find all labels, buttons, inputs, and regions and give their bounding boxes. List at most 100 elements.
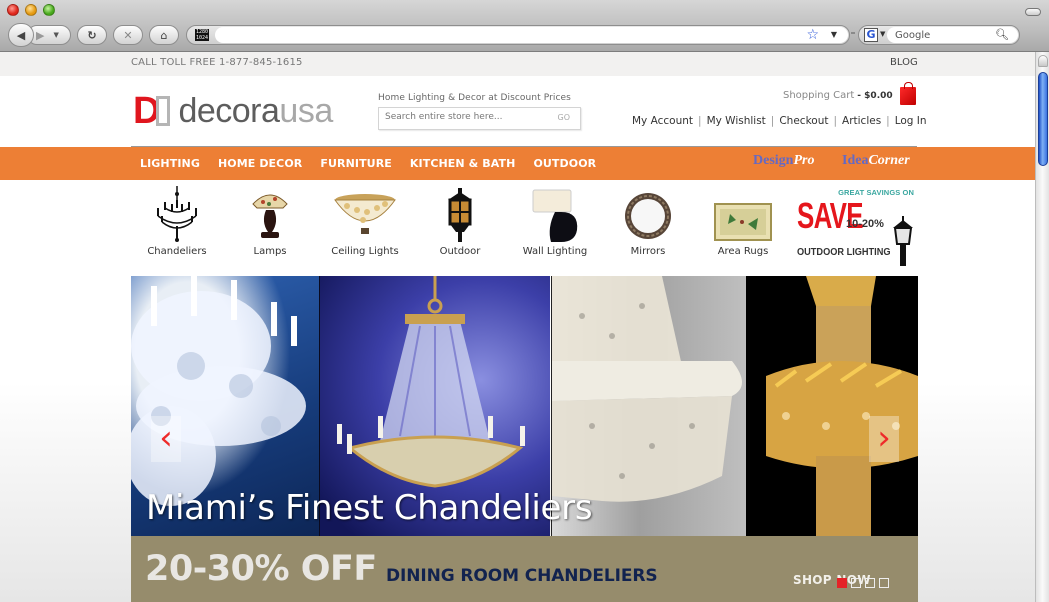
nav-furniture[interactable]: FURNITURE (320, 157, 392, 170)
slider-dot-1[interactable] (837, 578, 847, 588)
link-divider: | (886, 115, 890, 127)
url-history-dropdown-icon[interactable]: ▼ (831, 30, 837, 39)
ceiling-light-icon (319, 186, 411, 244)
my-wishlist-link[interactable]: My Wishlist (707, 115, 766, 127)
url-input[interactable] (215, 27, 848, 43)
chevron-left-icon: ‹ (159, 418, 173, 458)
close-window-button[interactable] (7, 4, 19, 16)
back-icon: ◀ (16, 28, 26, 42)
browser-search-bar[interactable]: G ▼ 🔍︎ (858, 25, 1020, 45)
checkout-link[interactable]: Checkout (779, 115, 828, 127)
articles-link[interactable]: Articles (842, 115, 881, 127)
site-logo[interactable]: D decora usa (133, 90, 333, 132)
slider-dot-2[interactable] (851, 578, 861, 588)
wall-sconce-icon (509, 186, 601, 244)
category-label: Chandeliers (147, 246, 207, 257)
category-label: Outdoor (439, 246, 481, 257)
savings-percent: 10-20% (846, 218, 884, 230)
link-divider: | (770, 115, 775, 127)
designpro-link[interactable]: DesignPro (753, 153, 814, 169)
cart-total: - $0.00 (857, 90, 893, 101)
back-button[interactable]: ◀ (8, 23, 34, 47)
search-icon[interactable]: 🔍︎ (995, 28, 1009, 41)
slider-dot-3[interactable] (865, 578, 875, 588)
account-links: My Account | My Wishlist | Checkout | Artic… (632, 115, 927, 127)
category-mirrors[interactable]: Mirrors (602, 186, 694, 257)
history-dropdown-icon[interactable]: ▼ (53, 31, 58, 39)
reload-button[interactable]: ↻ (77, 25, 107, 45)
top-bar: CALL TOLL FREE 1-877-845-1615 BLOG (0, 52, 1035, 76)
lamp-icon (224, 186, 316, 244)
nav-home-decor[interactable]: HOME DECOR (218, 157, 302, 170)
vertical-scrollbar[interactable] (1035, 52, 1049, 602)
logo-mark: D (133, 90, 161, 132)
browser-toolbar: ▶ ▼ ◀ ↻ ✕ ⌂ 1280 1024 ☆ ▼ G ▼ 🔍︎ (0, 0, 1049, 52)
engine-dropdown-icon[interactable]: ▼ (880, 30, 885, 38)
toolbar-separator (851, 32, 855, 34)
log-in-link[interactable]: Log In (895, 115, 927, 127)
my-account-link[interactable]: My Account (632, 115, 693, 127)
hero-slider[interactable]: Miami’s Finest Chandeliers ‹ › 20-30% OF… (131, 276, 918, 602)
link-divider: | (698, 115, 702, 127)
logo-text-main: decora (178, 92, 280, 130)
category-label: Mirrors (630, 246, 666, 257)
designpro-label-second: Pro (793, 153, 815, 168)
slider-dot-4[interactable] (879, 578, 889, 588)
chandelier-icon (131, 186, 223, 244)
category-chandeliers[interactable]: Chandeliers (131, 186, 223, 257)
shopping-bag-icon[interactable] (900, 82, 916, 105)
store-search-input[interactable] (385, 112, 545, 122)
offer-discount: 20-30% OFF (145, 549, 377, 589)
nav-lighting[interactable]: LIGHTING (140, 157, 200, 170)
store-search-box: GO (378, 107, 581, 130)
stop-icon: ✕ (123, 28, 133, 42)
hero-headline: Miami’s Finest Chandeliers (146, 488, 593, 528)
home-button[interactable]: ⌂ (149, 25, 179, 45)
category-outdoor[interactable]: Outdoor (414, 186, 506, 257)
scrollbar-top-cap (1038, 55, 1048, 67)
rug-icon (697, 186, 789, 244)
scrollbar-thumb[interactable] (1038, 72, 1048, 166)
outdoor-savings-ad[interactable]: GREAT SAVINGS ON SAVE 10-20% OUTDOOR LIG… (795, 186, 920, 266)
nav-kitchen-bath[interactable]: KITCHEN & BATH (410, 157, 516, 170)
page-viewport: CALL TOLL FREE 1-877-845-1615 BLOG D dec… (0, 52, 1035, 602)
mirror-icon (602, 186, 694, 244)
savings-category: OUTDOOR LIGHTING (797, 247, 891, 258)
stop-button[interactable]: ✕ (113, 25, 143, 45)
designpro-label-first: Design (753, 153, 794, 168)
post-lantern-icon (893, 216, 913, 266)
address-bar[interactable]: 1280 1024 ☆ ▼ (186, 25, 850, 45)
window-controls (7, 4, 55, 16)
ideacorner-label-first: Idea (842, 153, 869, 168)
zoom-window-button[interactable] (43, 4, 55, 16)
category-label: Ceiling Lights (331, 246, 399, 257)
category-label: Wall Lighting (522, 246, 588, 257)
link-divider: | (833, 115, 838, 127)
nav-outdoor[interactable]: OUTDOOR (533, 157, 596, 170)
category-ceiling-lights[interactable]: Ceiling Lights (319, 186, 411, 257)
category-area-rugs[interactable]: Area Rugs (697, 186, 789, 257)
google-engine-icon[interactable]: G (864, 28, 878, 42)
toll-free-phone: CALL TOLL FREE 1-877-845-1615 (131, 57, 303, 68)
logo-mark-box (156, 96, 171, 126)
reload-icon: ↻ (87, 28, 97, 42)
toolbar-toggle-button[interactable] (1025, 8, 1041, 16)
site-tagline: Home Lighting & Decor at Discount Prices (378, 93, 571, 103)
logo-text-accent: usa (279, 92, 333, 130)
category-wall-lighting[interactable]: Wall Lighting (509, 186, 601, 257)
cart-label: Shopping Cart (783, 90, 855, 101)
ideacorner-link[interactable]: IdeaCorner (842, 153, 910, 169)
category-lamps[interactable]: Lamps (224, 186, 316, 257)
slider-next-button[interactable]: › (869, 416, 899, 462)
shopping-cart-summary[interactable]: Shopping Cart - $0.00 (783, 90, 893, 101)
offer-category: DINING ROOM CHANDELIERS (386, 566, 658, 586)
blog-link[interactable]: BLOG (890, 57, 918, 68)
bookmark-star-icon[interactable]: ☆ (806, 27, 819, 43)
minimize-window-button[interactable] (25, 4, 37, 16)
lantern-icon (414, 186, 506, 244)
slider-prev-button[interactable]: ‹ (151, 416, 181, 462)
category-label: Area Rugs (717, 246, 769, 257)
search-go-button[interactable]: GO (558, 113, 571, 122)
hero-offer-bar: 20-30% OFF DINING ROOM CHANDELIERS SHOP … (131, 536, 918, 602)
chevron-right-icon: › (877, 418, 891, 458)
